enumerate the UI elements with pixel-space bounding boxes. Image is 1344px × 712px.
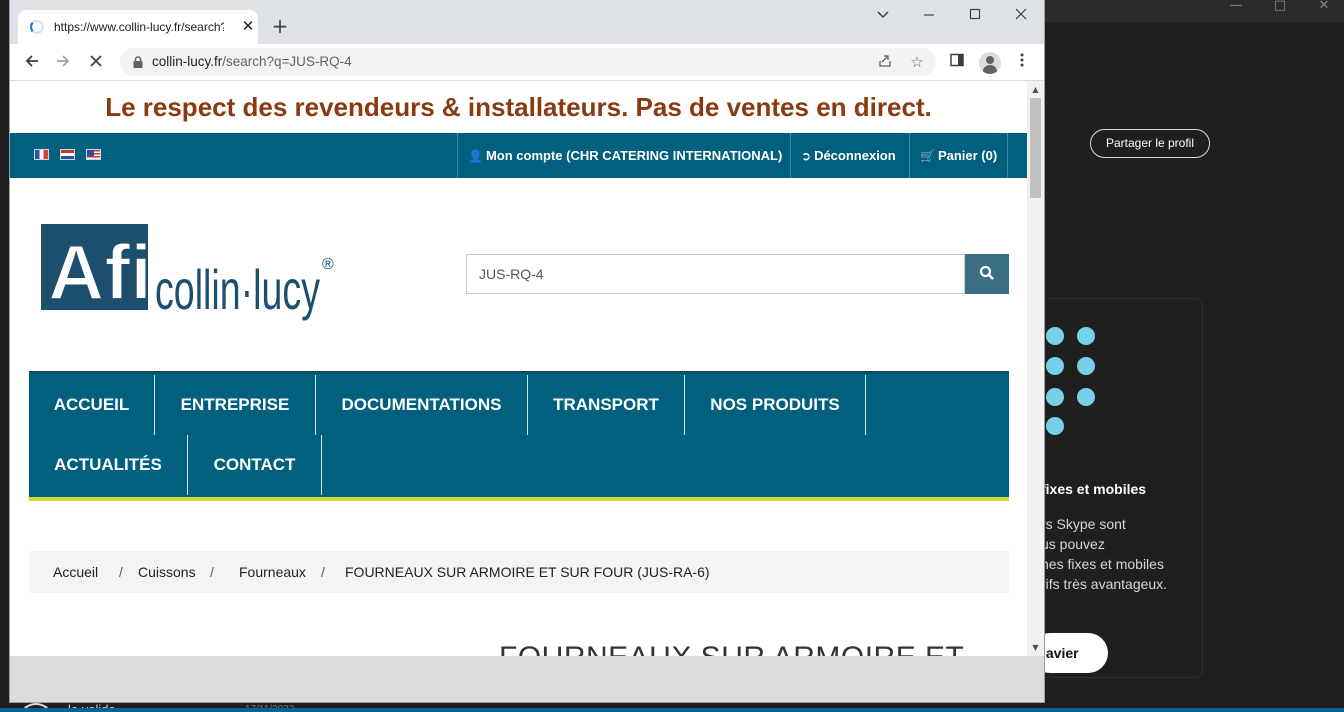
stop-loading-icon[interactable] — [86, 52, 106, 72]
nav-contact[interactable]: CONTACT — [188, 435, 321, 495]
breadcrumb-separator: / — [210, 564, 214, 580]
tab-title: https://www.collin-lucy.fr/search? — [54, 20, 224, 34]
main-navigation: ACCUEIL ENTREPRISE DOCUMENTATIONS TRANSP… — [29, 371, 1009, 501]
top-bar: 👤 Mon compte (CHR CATERING INTERNATIONAL)… — [10, 133, 1027, 178]
scroll-down-icon[interactable]: ▼ — [1031, 643, 1040, 652]
nav-products[interactable]: NOS PRODUITS — [685, 375, 865, 435]
browser-toolbar: collin-lucy.fr/search?q=JUS-RQ-4 ☆ — [10, 44, 1044, 81]
tab-search-icon[interactable] — [873, 6, 893, 26]
maximize-icon[interactable] — [965, 6, 985, 26]
promo-text-line: rs Skype sont — [1041, 516, 1126, 532]
minimize-icon[interactable] — [919, 6, 939, 26]
flag-fr-icon[interactable] — [34, 149, 49, 160]
nav-divider — [865, 375, 866, 435]
dialpad-dot-icon — [1077, 388, 1095, 406]
search-input[interactable] — [466, 254, 965, 294]
side-panel-icon[interactable] — [947, 52, 967, 72]
dialpad-dot-icon — [1046, 388, 1064, 406]
page-title: FOURNEAUX SUR ARMOIRE ET — [499, 641, 964, 656]
collin-lucy-logo[interactable]: Afi collin·lucy ® — [40, 221, 340, 331]
flag-nl-icon[interactable] — [60, 149, 75, 160]
dialpad-dot-icon — [1046, 417, 1064, 435]
lock-icon[interactable] — [131, 55, 145, 69]
breadcrumb-separator: / — [321, 564, 325, 580]
share-icon[interactable] — [876, 53, 894, 71]
my-account-link[interactable]: 👤 Mon compte (CHR CATERING INTERNATIONAL) — [457, 133, 792, 178]
forward-arrow-icon[interactable] — [53, 52, 73, 72]
user-icon: 👤 — [468, 149, 483, 163]
search-form — [466, 254, 1009, 294]
search-button[interactable] — [965, 254, 1009, 294]
promo-text-line: us pouvez — [1041, 536, 1105, 552]
svg-text:®: ® — [322, 256, 334, 273]
nav-home[interactable]: ACCUEIL — [29, 375, 154, 435]
promo-text-line: rifs très avantageux. — [1041, 576, 1168, 592]
profile-avatar-icon[interactable] — [979, 52, 1001, 74]
cart-icon: 🛒 — [920, 149, 935, 163]
scroll-up-icon[interactable]: ▲ — [1031, 85, 1040, 94]
breadcrumb-current: FOURNEAUX SUR ARMOIRE ET SUR FOUR (JUS-R… — [345, 564, 710, 580]
back-arrow-icon[interactable] — [22, 52, 42, 72]
nav-transport[interactable]: TRANSPORT — [528, 375, 684, 435]
nav-documentations[interactable]: DOCUMENTATIONS — [316, 375, 527, 435]
breadcrumb-home[interactable]: Accueil — [53, 564, 98, 580]
tab-strip: https://www.collin-lucy.fr/search? ✕ + — [10, 0, 1044, 44]
bg-close-icon[interactable]: ✕ — [1302, 0, 1344, 14]
web-page: Le respect des revendeurs & installateur… — [10, 81, 1044, 656]
page-banner: Le respect des revendeurs & installateur… — [105, 92, 932, 122]
nav-divider — [321, 435, 322, 495]
bg-maximize-icon[interactable]: □ — [1258, 0, 1302, 14]
dialpad-dot-icon — [1077, 357, 1095, 375]
dialpad-dot-icon — [1077, 327, 1095, 345]
nav-news[interactable]: ACTUALITÉS — [29, 435, 187, 495]
svg-text:Afi: Afi — [48, 228, 152, 316]
nav-company[interactable]: ENTREPRISE — [155, 375, 315, 435]
browser-window: https://www.collin-lucy.fr/search? ✕ + c… — [10, 0, 1044, 702]
sign-out-icon: ➲ — [801, 149, 812, 163]
taskbar-edge — [0, 708, 1344, 712]
breadcrumb-separator: / — [119, 564, 123, 580]
dialpad-dot-icon — [1046, 327, 1064, 345]
logout-link[interactable]: ➲ Déconnexion — [790, 133, 906, 178]
menu-kebab-icon[interactable] — [1012, 52, 1032, 72]
search-icon — [979, 265, 994, 280]
breadcrumb: Accueil / Cuissons / Fourneaux / FOURNEA… — [29, 551, 1009, 593]
share-profile-button[interactable]: Partager le profil — [1090, 129, 1210, 158]
address-bar[interactable]: collin-lucy.fr/search?q=JUS-RQ-4 ☆ — [120, 48, 936, 76]
dialpad-dot-icon — [1046, 357, 1064, 375]
breadcrumb-fourneaux[interactable]: Fourneaux — [239, 564, 306, 580]
new-tab-icon[interactable]: + — [270, 16, 290, 36]
breadcrumb-cuissons[interactable]: Cuissons — [138, 564, 196, 580]
close-window-icon[interactable] — [1011, 6, 1031, 26]
promo-heading: fixes et mobiles — [1041, 481, 1147, 497]
cart-link[interactable]: 🛒 Panier (0) — [909, 133, 1009, 178]
bg-minimize-icon[interactable]: — — [1214, 0, 1258, 14]
tab-close-icon[interactable]: ✕ — [240, 18, 256, 34]
page-scrollbar[interactable]: ▲ ▼ — [1027, 81, 1044, 656]
bookmark-star-icon[interactable]: ☆ — [908, 53, 926, 71]
svg-text:collin·lucy: collin·lucy — [155, 258, 320, 321]
flag-us-icon[interactable] — [86, 149, 101, 160]
loading-spinner-icon — [30, 20, 44, 34]
scrollbar-thumb[interactable] — [1030, 98, 1041, 198]
browser-tab[interactable]: https://www.collin-lucy.fr/search? ✕ — [18, 10, 258, 44]
url-text[interactable]: collin-lucy.fr/search?q=JUS-RQ-4 — [152, 54, 352, 69]
promo-text-line: nes fixes et mobiles — [1041, 556, 1164, 572]
browser-bottom-area — [10, 656, 1044, 702]
